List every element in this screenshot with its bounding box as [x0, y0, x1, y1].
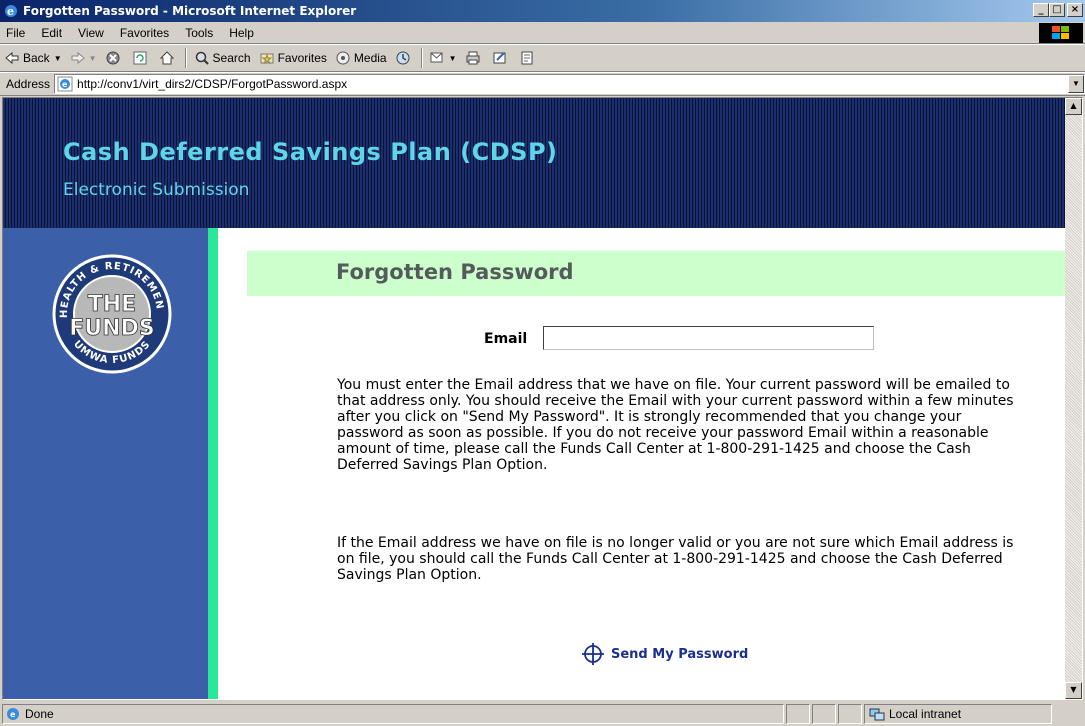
address-dropdown-button[interactable]: ▼: [1068, 75, 1084, 93]
toolbar-separator: [184, 48, 187, 68]
home-icon: [159, 51, 174, 65]
site-header: Cash Deferred Savings Plan (CDSP) Electr…: [3, 98, 1065, 228]
history-button[interactable]: [391, 46, 418, 70]
menu-view[interactable]: View: [70, 26, 112, 40]
back-arrow-icon: [5, 51, 19, 65]
status-main: e Done: [2, 704, 784, 724]
mail-button[interactable]: ▼: [426, 46, 461, 70]
edit-button[interactable]: [488, 46, 515, 70]
crosshair-icon: [582, 643, 604, 665]
printer-icon: [466, 51, 480, 65]
forward-arrow-icon: [71, 51, 85, 65]
address-bar: Address e http://conv1/virt_dirs2/CDSP/F…: [0, 72, 1085, 96]
web-page: Cash Deferred Savings Plan (CDSP) Electr…: [3, 98, 1065, 699]
send-password-button[interactable]: Send My Password: [581, 642, 748, 666]
svg-text:e: e: [7, 5, 14, 18]
send-password-label: Send My Password: [611, 646, 749, 662]
vertical-scrollbar[interactable]: ▲ ▼: [1065, 98, 1082, 699]
status-cell: [786, 704, 810, 724]
site-subtitle: Electronic Submission: [63, 180, 250, 200]
funds-logo: HEALTH & RETIREMENT UMWA FUNDS THE FUNDS: [49, 251, 172, 374]
favorites-button[interactable]: Favorites: [255, 46, 331, 70]
email-input[interactable]: [543, 326, 874, 350]
favorites-icon: [260, 53, 274, 65]
search-label: Search: [212, 51, 251, 65]
local-intranet-icon: [869, 708, 885, 721]
search-icon: [195, 51, 209, 65]
maximize-button[interactable]: □: [1049, 3, 1065, 17]
help-paragraph: If the Email address we have on file is …: [337, 535, 1014, 583]
history-icon: [396, 51, 410, 65]
menu-help[interactable]: Help: [221, 26, 262, 40]
form-title: Forgotten Password: [336, 260, 574, 284]
svg-text:e: e: [62, 80, 68, 89]
chevron-down-icon: ▼: [448, 53, 457, 63]
menu-edit[interactable]: Edit: [33, 26, 70, 40]
windows-logo-icon: [1039, 23, 1083, 43]
ie-page-icon: e: [57, 76, 73, 92]
back-label: Back: [23, 51, 50, 65]
instructions-paragraph: You must enter the Email address that we…: [337, 377, 1014, 473]
back-button[interactable]: Back ▼: [0, 46, 66, 70]
close-button[interactable]: ×: [1067, 3, 1083, 17]
email-label: Email: [484, 331, 528, 347]
status-cell: [812, 704, 836, 724]
media-label: Media: [353, 51, 387, 65]
favorites-label: Favorites: [277, 51, 327, 65]
stop-icon: [106, 51, 120, 65]
menu-favorites[interactable]: Favorites: [112, 26, 177, 40]
toolbar-separator: [420, 48, 423, 68]
ie-icon: e: [5, 5, 17, 18]
scroll-down-button[interactable]: ▼: [1065, 682, 1082, 699]
status-text: Done: [25, 707, 54, 721]
form-title-banner: Forgotten Password: [247, 251, 1065, 296]
edit-icon: [493, 52, 506, 64]
media-button[interactable]: Media: [331, 46, 391, 70]
address-input[interactable]: e http://conv1/virt_dirs2/CDSP/ForgotPas…: [54, 74, 1085, 94]
minimize-button[interactable]: _: [1033, 3, 1049, 17]
document-icon: [521, 51, 533, 65]
browser-viewport: Cash Deferred Savings Plan (CDSP) Electr…: [2, 97, 1083, 700]
chevron-down-icon: ▼: [53, 53, 62, 63]
refresh-icon: [133, 51, 147, 65]
site-title: Cash Deferred Savings Plan (CDSP): [63, 138, 558, 166]
stop-button[interactable]: [101, 46, 128, 70]
menu-file[interactable]: File: [0, 26, 33, 40]
security-zone: Local intranet: [864, 704, 1052, 724]
home-button[interactable]: [155, 46, 182, 70]
refresh-button[interactable]: [128, 46, 155, 70]
search-button[interactable]: Search: [190, 46, 255, 70]
zone-text: Local intranet: [889, 707, 962, 721]
green-divider: [208, 228, 218, 699]
svg-text:e: e: [10, 710, 16, 719]
scroll-up-button[interactable]: ▲: [1065, 98, 1082, 115]
menu-tools[interactable]: Tools: [177, 26, 221, 40]
mail-icon: [430, 52, 443, 63]
title-bar: e Forgotten Password - Microsoft Interne…: [0, 0, 1085, 22]
ie-page-icon: e: [7, 708, 19, 720]
menu-bar: File Edit View Favorites Tools Help: [0, 22, 1085, 44]
status-bar: e Done Local intranet: [0, 702, 1085, 726]
print-button[interactable]: [461, 46, 488, 70]
status-cell: [838, 704, 862, 724]
address-url: http://conv1/virt_dirs2/CDSP/ForgotPassw…: [77, 77, 348, 91]
discuss-button[interactable]: [515, 46, 542, 70]
svg-text:THE: THE: [88, 292, 136, 317]
media-icon: [336, 51, 350, 65]
toolbar: Back ▼ ▼ Search Favorites Media ▼: [0, 44, 1085, 72]
forward-button[interactable]: ▼: [66, 46, 101, 70]
address-label: Address: [6, 77, 51, 91]
svg-text:FUNDS: FUNDS: [69, 316, 154, 341]
chevron-down-icon: ▼: [88, 53, 97, 63]
window-title: Forgotten Password - Microsoft Internet …: [23, 4, 357, 18]
